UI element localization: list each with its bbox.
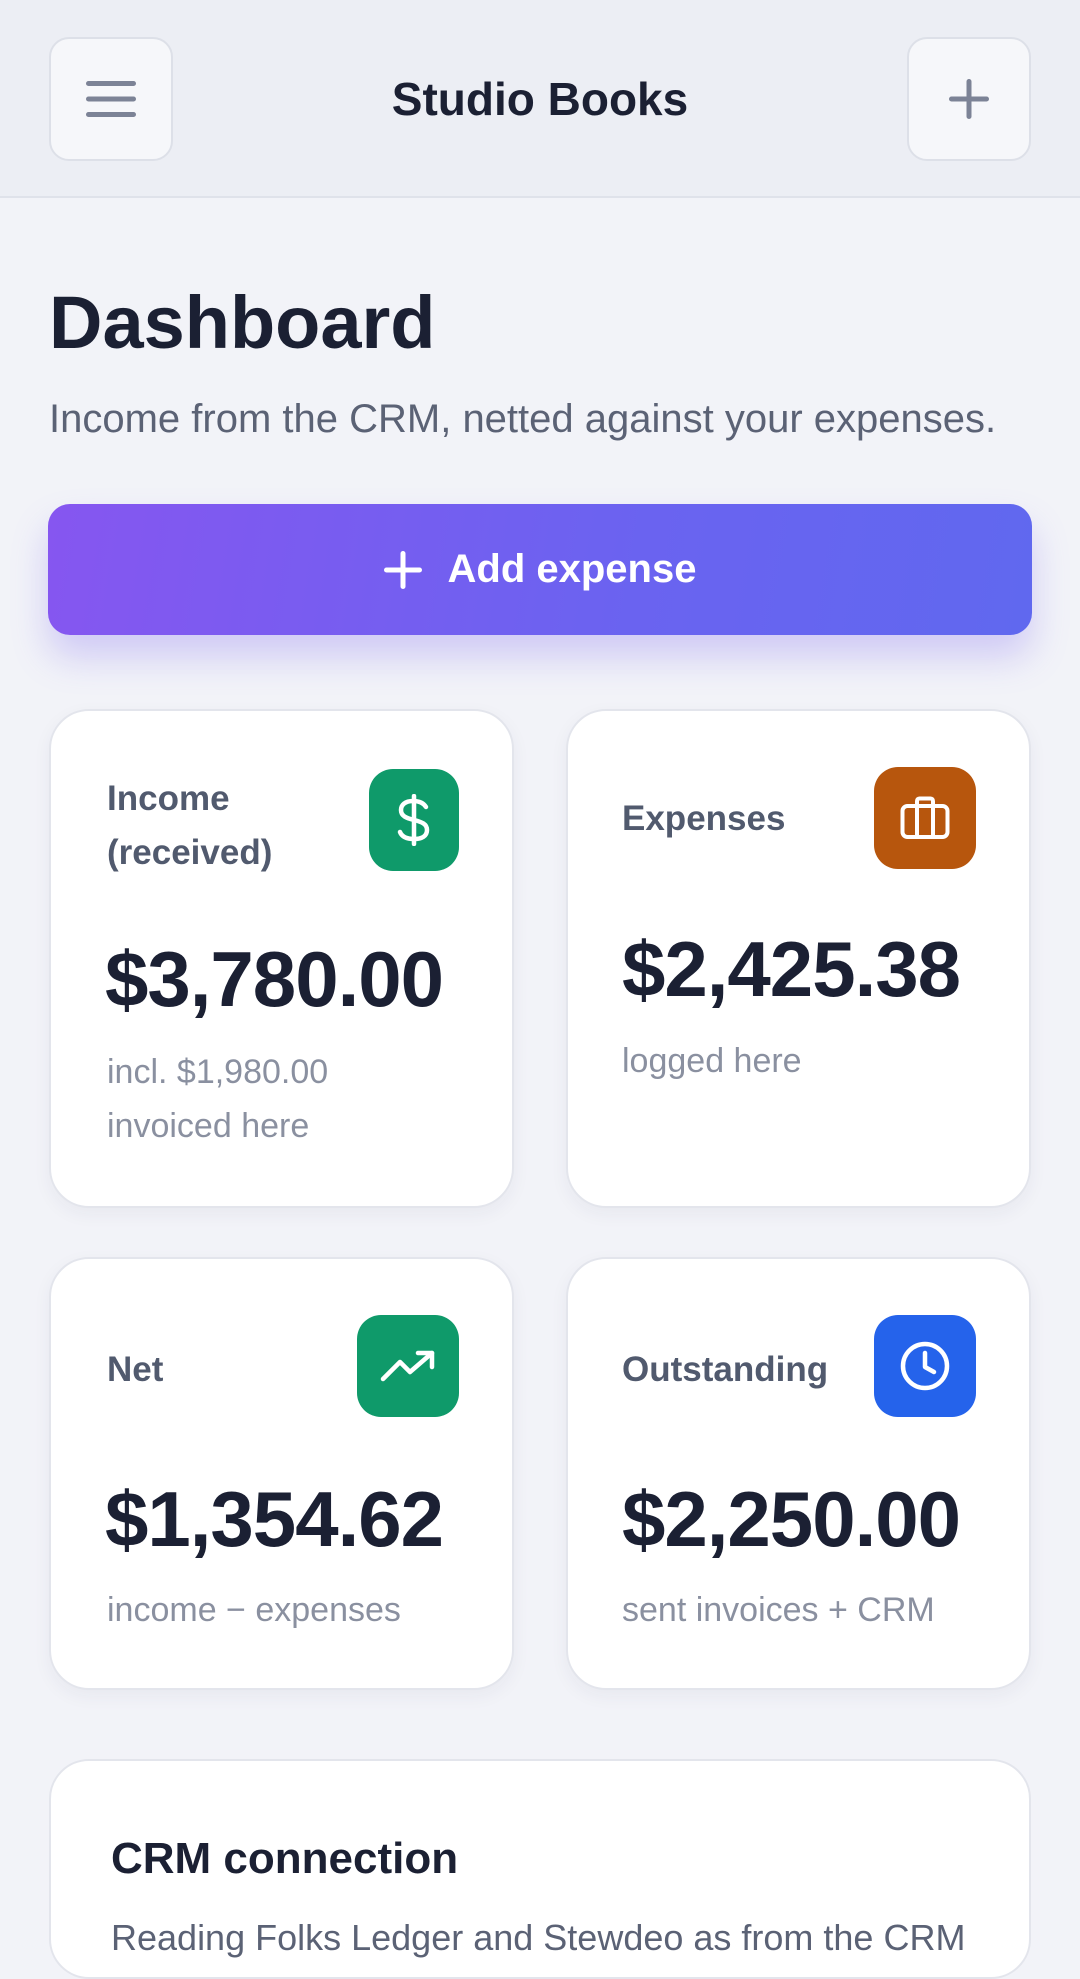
outstanding-label: Outstanding xyxy=(622,1350,829,1389)
expenses-note: logged here xyxy=(622,1042,802,1080)
page-title: Dashboard xyxy=(49,281,436,364)
expenses-label: Expenses xyxy=(622,799,786,838)
plus-icon xyxy=(383,550,422,589)
expenses-icon-badge xyxy=(874,767,976,869)
menu-button[interactable] xyxy=(49,37,173,161)
net-icon-badge xyxy=(357,1315,459,1417)
plus-icon xyxy=(949,79,989,119)
income-card[interactable]: Income (received) $3,780.00 incl. $1,980… xyxy=(49,709,514,1208)
expenses-value: $2,425.38 xyxy=(622,925,961,1013)
income-note: incl. $1,980.00 invoiced here xyxy=(107,1053,329,1145)
crm-connection-panel: CRM connection Reading Folks Ledger and … xyxy=(49,1759,1031,1979)
expenses-card[interactable]: Expenses $2,425.38 logged here xyxy=(566,709,1031,1208)
add-button[interactable] xyxy=(907,37,1031,161)
page-subtitle: Income from the CRM, netted against your… xyxy=(49,397,997,441)
dollar-icon xyxy=(397,794,430,846)
net-note: income − expenses xyxy=(107,1591,401,1629)
outstanding-icon-badge xyxy=(874,1315,976,1417)
net-label: Net xyxy=(107,1350,164,1389)
outstanding-note: sent invoices + CRM xyxy=(622,1591,935,1629)
crm-title: CRM connection xyxy=(111,1834,459,1883)
income-icon-badge xyxy=(369,769,459,871)
income-value: $3,780.00 xyxy=(105,935,444,1023)
add-expense-label: Add expense xyxy=(447,547,697,591)
net-value: $1,354.62 xyxy=(105,1475,444,1563)
trending-up-icon xyxy=(380,1350,435,1382)
outstanding-card[interactable]: Outstanding $2,250.00 sent invoices + CR… xyxy=(566,1257,1031,1690)
add-expense-button[interactable]: Add expense xyxy=(48,504,1032,635)
income-label: Income (received) xyxy=(107,779,273,872)
net-card[interactable]: Net $1,354.62 income − expenses xyxy=(49,1257,514,1690)
app-header: Studio Books xyxy=(0,0,1080,198)
clock-icon xyxy=(900,1341,950,1391)
briefcase-icon xyxy=(900,796,950,839)
hamburger-menu-icon xyxy=(86,81,136,117)
outstanding-value: $2,250.00 xyxy=(622,1475,961,1563)
crm-description: Reading Folks Ledger and Stewdeo as from… xyxy=(111,1917,966,1958)
